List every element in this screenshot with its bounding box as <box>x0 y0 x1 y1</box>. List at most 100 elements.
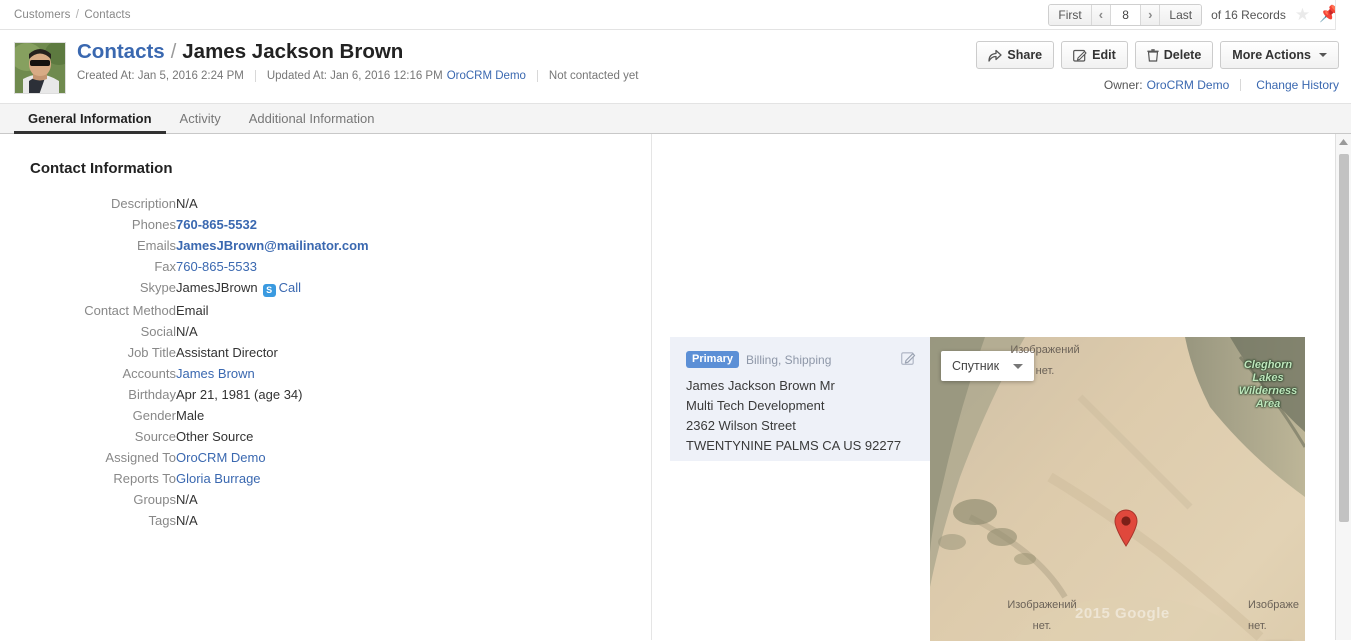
field-row: Groups N/A <box>0 489 369 510</box>
pager-next-icon[interactable]: › <box>1141 4 1161 25</box>
pager-last-button[interactable]: Last <box>1160 4 1202 25</box>
field-label: Social <box>140 324 176 339</box>
contact-information-fields: Description N/A Phones 760-865-5532 Emails Ja… <box>0 193 369 531</box>
record-name: James Jackson Brown <box>182 40 404 63</box>
tab-general-information[interactable]: General Information <box>14 104 166 134</box>
field-row: Tags N/A <box>0 510 369 531</box>
record-meta: Created At: Jan 5, 2016 2:24 PM Updated … <box>77 70 976 82</box>
field-value-link[interactable]: JamesJBrown@mailinator.com <box>176 238 369 253</box>
field-row: Description N/A <box>0 193 369 214</box>
record-pagination: First ‹ 8 › Last <box>1048 3 1203 26</box>
more-actions-button[interactable]: More Actions <box>1220 41 1339 69</box>
field-value: JamesJBrown S Call <box>176 277 369 300</box>
field-value[interactable]: 760-865-5533 <box>176 256 369 277</box>
address-types: Billing, Shipping <box>745 352 832 367</box>
title-separator: / <box>170 41 177 63</box>
field-label: Contact Method <box>84 303 176 318</box>
pagination-area: First ‹ 8 › Last of 16 Records ★ 📌 <box>1048 3 1339 26</box>
field-row: Fax 760-865-5533 <box>0 256 369 277</box>
field-value: Apr 21, 1981 (age 34) <box>176 387 303 402</box>
field-label: Skype <box>139 280 176 295</box>
address-line-2: Multi Tech Development <box>686 398 825 413</box>
field-label: Fax <box>154 259 176 274</box>
entity-list-link[interactable]: Contacts <box>77 40 165 64</box>
map-area-label: Cleghorn Lakes Wilderness Area <box>1238 359 1298 410</box>
skype-icon[interactable]: S <box>262 284 276 297</box>
breadcrumb-root[interactable]: Customers <box>14 9 71 21</box>
updated-at: Updated At: Jan 6, 2016 12:16 PM <box>266 70 443 82</box>
delete-button[interactable]: Delete <box>1134 41 1214 69</box>
field-label: Source <box>134 429 176 444</box>
field-value[interactable]: Gloria Burrage <box>176 468 369 489</box>
edit-pencil-icon[interactable] <box>901 351 916 369</box>
pencil-icon <box>1073 49 1087 62</box>
field-value[interactable]: OroCRM Demo <box>176 447 369 468</box>
star-icon[interactable]: ★ <box>1295 6 1310 23</box>
field-label: Reports To <box>113 471 176 486</box>
vertical-scrollbar[interactable] <box>1335 134 1351 640</box>
address-line-3: 2362 Wilson Street <box>686 418 796 433</box>
field-row: Accounts James Brown <box>0 363 369 384</box>
field-label: Birthday <box>128 387 176 402</box>
field-value-link[interactable]: OroCRM Demo <box>176 450 266 465</box>
field-label: Gender <box>132 408 176 423</box>
field-row: Job Title Assistant Director <box>0 342 369 363</box>
field-row: Skype JamesJBrown S Call <box>0 277 369 300</box>
map-view[interactable]: Спутник Изображений нет. Изображений нет. … <box>930 337 1305 641</box>
map-label-no-images-3: Изображе нет. <box>1248 599 1299 632</box>
skype-username: JamesJBrown <box>176 280 258 295</box>
map-label-no-images-1: Изображений нет. <box>1010 344 1080 377</box>
field-value[interactable]: James Brown <box>176 363 369 384</box>
trash-icon <box>1147 48 1159 62</box>
field-label: Tags <box>148 513 176 528</box>
chevron-down-icon <box>1319 53 1327 57</box>
contact-information-panel: Contact Information Description N/A Phones… <box>0 134 652 640</box>
field-row: Source Other Source <box>0 426 369 447</box>
breadcrumb-current[interactable]: Contacts <box>84 9 130 21</box>
field-value: Email <box>176 303 209 318</box>
field-value-link[interactable]: James Brown <box>176 366 255 381</box>
pager-prev-icon[interactable]: ‹ <box>1091 4 1112 25</box>
records-count: of 16 Records <box>1211 7 1286 22</box>
owner-link[interactable]: OroCRM Demo <box>1147 78 1230 92</box>
field-value: Assistant Director <box>176 345 278 360</box>
field-label: Description <box>110 196 176 211</box>
owner-label: Owner: <box>1103 78 1143 92</box>
field-value-link[interactable]: Gloria Burrage <box>176 471 261 486</box>
tab-bar: General Information Activity Additional … <box>0 103 1351 134</box>
skype-call-link[interactable]: Call <box>279 280 301 295</box>
record-header: Contacts / James Jackson Brown Created A… <box>0 30 1351 103</box>
contact-information-title: Contact Information <box>30 160 173 177</box>
field-row: Assigned To OroCRM Demo <box>0 447 369 468</box>
field-label: Job Title <box>127 345 176 360</box>
field-label: Emails <box>136 238 176 253</box>
updated-by-link[interactable]: OroCRM Demo <box>447 70 526 82</box>
address-and-map-row: Primary Billing, Shipping James Jackson … <box>670 337 1305 641</box>
meta-divider-2 <box>536 70 538 82</box>
field-row: Contact Method Email <box>0 300 369 321</box>
field-row: Social N/A <box>0 321 369 342</box>
field-value: N/A <box>176 324 198 339</box>
main-content: Contact Information Description N/A Phones… <box>0 134 1351 641</box>
tab-additional-information[interactable]: Additional Information <box>235 104 389 133</box>
pager-page-input[interactable]: 8 <box>1111 4 1142 25</box>
meta-divider-1 <box>254 70 256 82</box>
field-value[interactable]: JamesJBrown@mailinator.com <box>176 235 369 256</box>
tab-activity[interactable]: Activity <box>166 104 235 133</box>
field-row: Gender Male <box>0 405 369 426</box>
scrollbar-thumb[interactable] <box>1339 154 1349 522</box>
edit-button[interactable]: Edit <box>1061 41 1128 69</box>
avatar <box>14 42 66 94</box>
owner-line: Owner: OroCRM Demo Change History <box>1104 78 1339 92</box>
change-history-link[interactable]: Change History <box>1256 78 1339 92</box>
pager-first-button[interactable]: First <box>1049 4 1092 25</box>
location-marker[interactable] <box>1113 509 1139 550</box>
share-button[interactable]: Share <box>976 41 1055 69</box>
field-value-link[interactable]: 760-865-5533 <box>176 259 257 274</box>
field-value[interactable]: 760-865-5532 <box>176 214 369 235</box>
scroll-up-arrow-icon[interactable] <box>1336 134 1351 150</box>
address-line-1: James Jackson Brown Mr <box>686 378 835 393</box>
field-value-link[interactable]: 760-865-5532 <box>176 217 257 232</box>
address-card-header: Primary Billing, Shipping <box>686 351 914 368</box>
breadcrumb: Customers / Contacts <box>14 9 131 21</box>
